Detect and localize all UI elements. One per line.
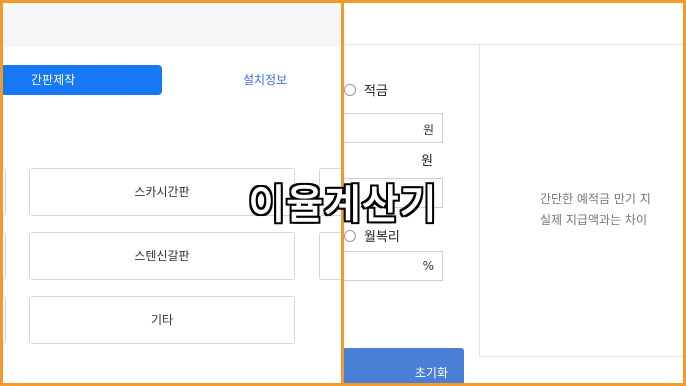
tab-installation-info[interactable]: 설치정보 — [243, 65, 287, 95]
left-header-bar — [3, 3, 341, 47]
edge-option-button[interactable] — [0, 296, 6, 344]
radio-simple-label: 적금 — [364, 84, 388, 99]
period-unit: 원 — [421, 154, 433, 169]
option-button-stencil[interactable]: 스텐신갈판 — [29, 232, 295, 280]
edge-option-button[interactable] — [0, 232, 6, 280]
overlay-title: 이율계산기 — [247, 181, 438, 230]
reset-button[interactable]: 초기화 — [344, 348, 464, 383]
rate-unit: % — [422, 259, 434, 273]
radio-simple[interactable] — [344, 84, 356, 96]
right-header-bar — [344, 3, 683, 45]
rate-input[interactable]: % — [344, 251, 443, 281]
amount-unit: 원 — [422, 123, 434, 137]
tab-sign-production[interactable]: 간판제작 — [3, 65, 162, 95]
option-button-other[interactable]: 기타 — [29, 296, 295, 344]
amount-input[interactable]: 원 — [344, 113, 443, 143]
radio-compound[interactable] — [344, 230, 356, 242]
